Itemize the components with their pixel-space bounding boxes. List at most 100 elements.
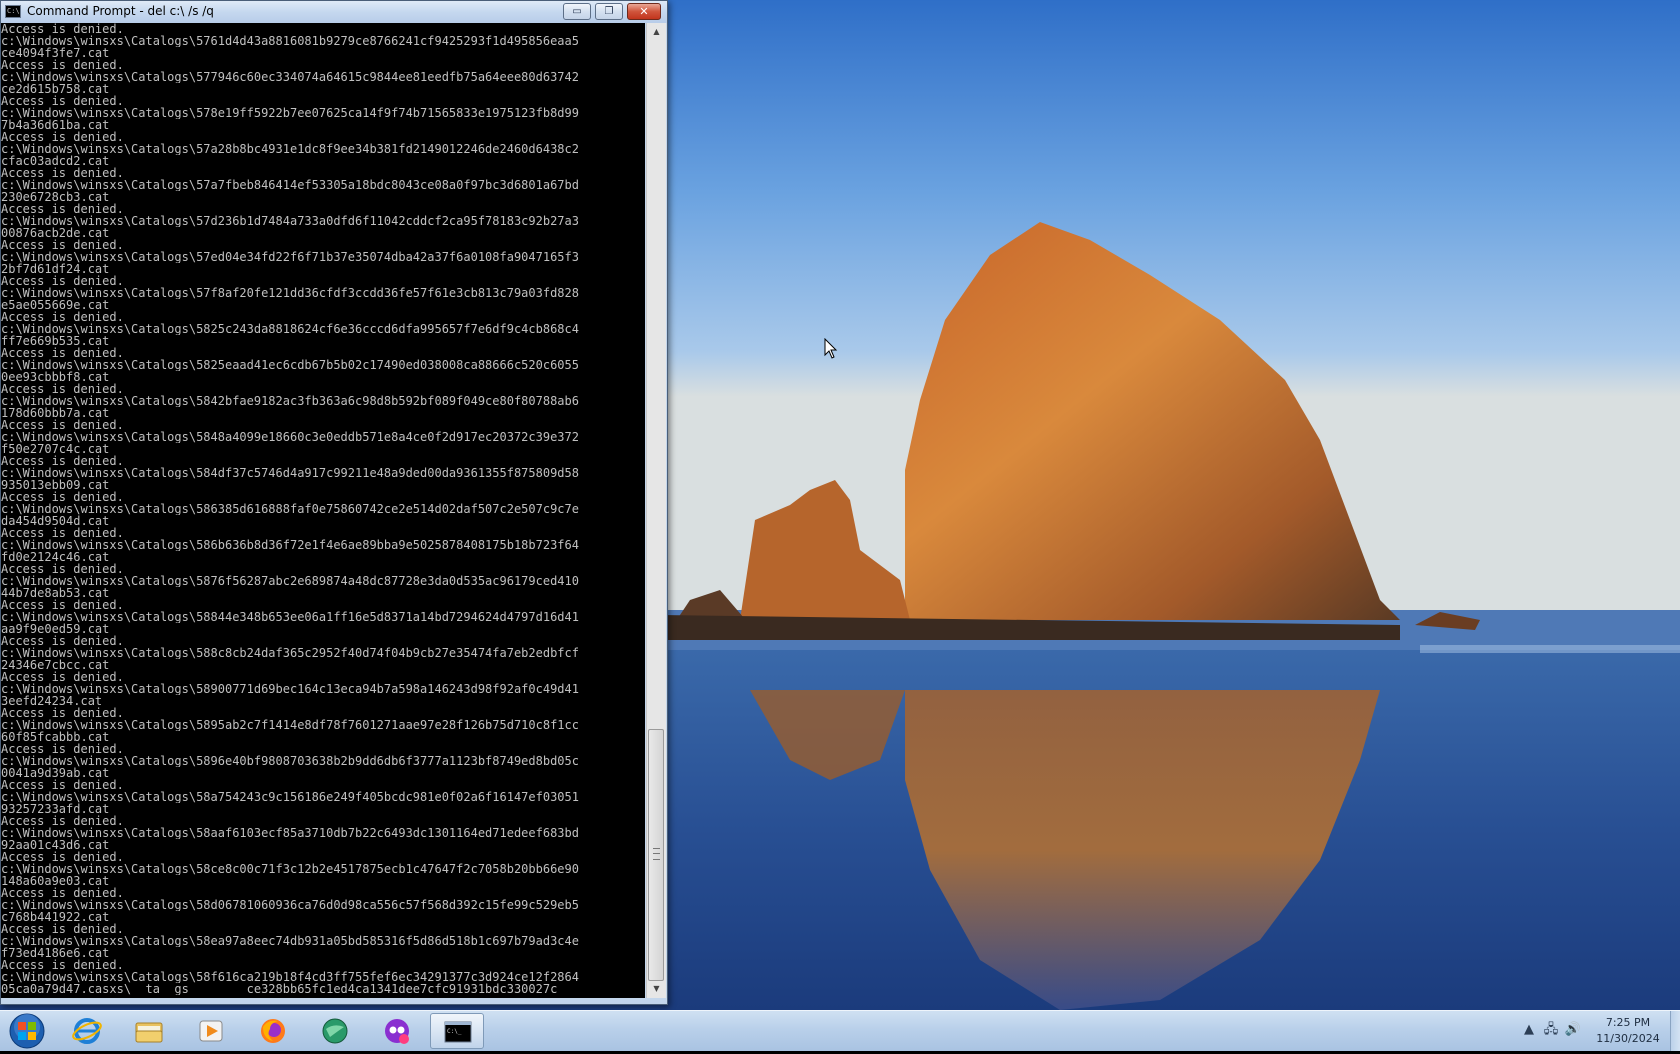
console-line: c:\Windows\winsxs\Catalogs\5825c243da881… [1,323,579,335]
console-line: c:\Windows\winsxs\Catalogs\57d236b1d7484… [1,215,579,227]
console-line: Access is denied. [1,131,124,143]
console-line: c:\Windows\winsxs\Catalogs\58aaf6103ecf8… [1,827,579,839]
console-line: Access is denied. [1,923,124,935]
console-line: 00876acb2de.cat [1,227,110,239]
console-line: Access is denied. [1,707,124,719]
console-line: c:\Windows\winsxs\Catalogs\58ea97a8eec74… [1,935,579,947]
console-line: c:\Windows\winsxs\Catalogs\584df37c5746d… [1,467,579,479]
console-line: Access is denied. [1,203,124,215]
console-line: c:\Windows\winsxs\Catalogs\58d0678106093… [1,899,579,911]
console-line: da454d9504d.cat [1,515,110,527]
console-line: 92aa01c43d6.cat [1,839,110,851]
console-line: c:\Windows\winsxs\Catalogs\5876f56287abc… [1,575,579,587]
console-line: c:\Windows\winsxs\Catalogs\586385d616888… [1,503,579,515]
taskbar-file-explorer[interactable] [122,1013,176,1049]
console-line: 0041a9d39ab.cat [1,767,110,779]
console-line: Access is denied. [1,887,124,899]
windows-logo-icon [9,1013,45,1049]
maximize-button[interactable]: ❐ [595,3,623,20]
scroll-up-arrow-icon[interactable]: ▲ [647,23,666,41]
console-line: 935013ebb09.cat [1,479,110,491]
minimize-button[interactable]: ▭ [563,3,591,20]
console-line: c:\Windows\winsxs\Catalogs\58844e348b653… [1,611,579,623]
vertical-scrollbar[interactable]: ▲ ▼ [646,23,666,998]
volume-icon[interactable]: 🔊 [1564,1021,1582,1039]
network-icon[interactable]: 🖧 [1542,1021,1560,1039]
console-line: Access is denied. [1,23,124,35]
green-globe-icon [322,1018,348,1044]
console-line: c:\Windows\winsxs\Catalogs\57a7fbeb84641… [1,179,579,191]
command-prompt-window[interactable]: C:\ Command Prompt - del c:\ /s /q ▭ ❐ ✕… [0,0,668,1005]
console-line: 230e6728cb3.cat [1,191,110,203]
clock-date: 11/30/2024 [1596,1032,1660,1045]
console-line: Access is denied. [1,59,124,71]
console-line: 24346e7cbcc.cat [1,659,110,671]
console-line: Access is denied. [1,959,124,971]
console-line: ce2d615b758.cat [1,83,110,95]
svg-text:C:\_: C:\_ [447,1028,462,1035]
mouse-cursor-icon [824,338,838,359]
taskbar-command-prompt[interactable]: C:\_ [430,1013,484,1049]
console-line: c:\Windows\winsxs\Catalogs\58900771d69be… [1,683,579,695]
console-line: ce4094f3fe7.cat [1,47,110,59]
scrollbar-thumb[interactable] [648,729,664,981]
show-desktop-button[interactable] [1670,1011,1680,1051]
grip-icon [653,848,660,860]
console-line: c:\Windows\winsxs\Catalogs\58a754243c9c1… [1,791,579,803]
console-line: fd0e2124c46.cat [1,551,110,563]
firefox-icon [261,1019,285,1043]
console-line: 178d60bbb7a.cat [1,407,110,419]
console-line: Access is denied. [1,95,124,107]
start-button[interactable] [4,1012,50,1050]
console-line: c:\Windows\winsxs\Catalogs\577946c60ec33… [1,71,579,83]
taskbar-internet-explorer[interactable] [60,1013,114,1049]
console-line: f50e2707c4c.cat [1,443,110,455]
console-line: c:\Windows\winsxs\Catalogs\58f616ca219b1… [1,971,579,983]
title-bar[interactable]: C:\ Command Prompt - del c:\ /s /q ▭ ❐ ✕ [1,1,667,23]
console-line: Access is denied. [1,779,124,791]
console-line: c:\Windows\winsxs\Catalogs\57f8af20fe121… [1,287,579,299]
taskbar-media-player[interactable] [184,1013,238,1049]
console-line: Access is denied. [1,635,124,647]
console-line: Access is denied. [1,167,124,179]
console-line: Access is denied. [1,743,124,755]
console-line: Access is denied. [1,851,124,863]
console-line: Access is denied. [1,455,124,467]
console-output[interactable]: Access is denied. c:\Windows\winsxs\Catal… [1,23,645,998]
console-line: 05ca0a79d47.casxs\ ta gs ce328bb65fc1ed4… [1,983,558,995]
console-line: 7b4a36d61ba.cat [1,119,110,131]
console-line: 0ee93cbbbf8.cat [1,371,110,383]
console-line: Access is denied. [1,347,124,359]
console-line: c:\Windows\winsxs\Catalogs\57ed04e34fd22… [1,251,579,263]
taskbar-firefox[interactable] [246,1013,300,1049]
console-line: Access is denied. [1,491,124,503]
console-line: c768b441922.cat [1,911,110,923]
cmd-icon[interactable]: C:\ [5,5,21,18]
console-line: 60f85fcabbb.cat [1,731,110,743]
console-line: 2bf7d61df24.cat [1,263,110,275]
console-line: Access is denied. [1,563,124,575]
media-player-icon [199,1020,223,1042]
console-line: e5ae055669e.cat [1,299,110,311]
clock-time: 7:25 PM [1605,1016,1651,1029]
console-line: aa9f9e0ed59.cat [1,623,110,635]
folder-icon [135,1022,163,1043]
taskbar-purple-app[interactable] [370,1013,424,1049]
scroll-down-arrow-icon[interactable]: ▼ [647,980,666,998]
console-line: Access is denied. [1,383,124,395]
command-prompt-icon: C:\_ [444,1021,472,1043]
close-button[interactable]: ✕ [627,3,661,20]
console-line: Access is denied. [1,239,124,251]
console-line: 44b7de8ab53.cat [1,587,110,599]
show-hidden-icons-icon[interactable]: ▲ [1520,1021,1538,1039]
console-line: c:\Windows\winsxs\Catalogs\5761d4d43a881… [1,35,579,47]
console-line: ff7e669b535.cat [1,335,110,347]
console-line: c:\Windows\winsxs\Catalogs\588c8cb24daf3… [1,647,579,659]
console-line: cfac03adcd2.cat [1,155,110,167]
console-line: 148a60a9e03.cat [1,875,110,887]
clock[interactable]: 7:25 PM 11/30/2024 [1590,1015,1666,1047]
console-line: Access is denied. [1,275,124,287]
taskbar-green-app[interactable] [308,1013,362,1049]
window-title: Command Prompt - del c:\ /s /q [27,4,214,18]
console-line: c:\Windows\winsxs\Catalogs\5895ab2c7f141… [1,719,579,731]
